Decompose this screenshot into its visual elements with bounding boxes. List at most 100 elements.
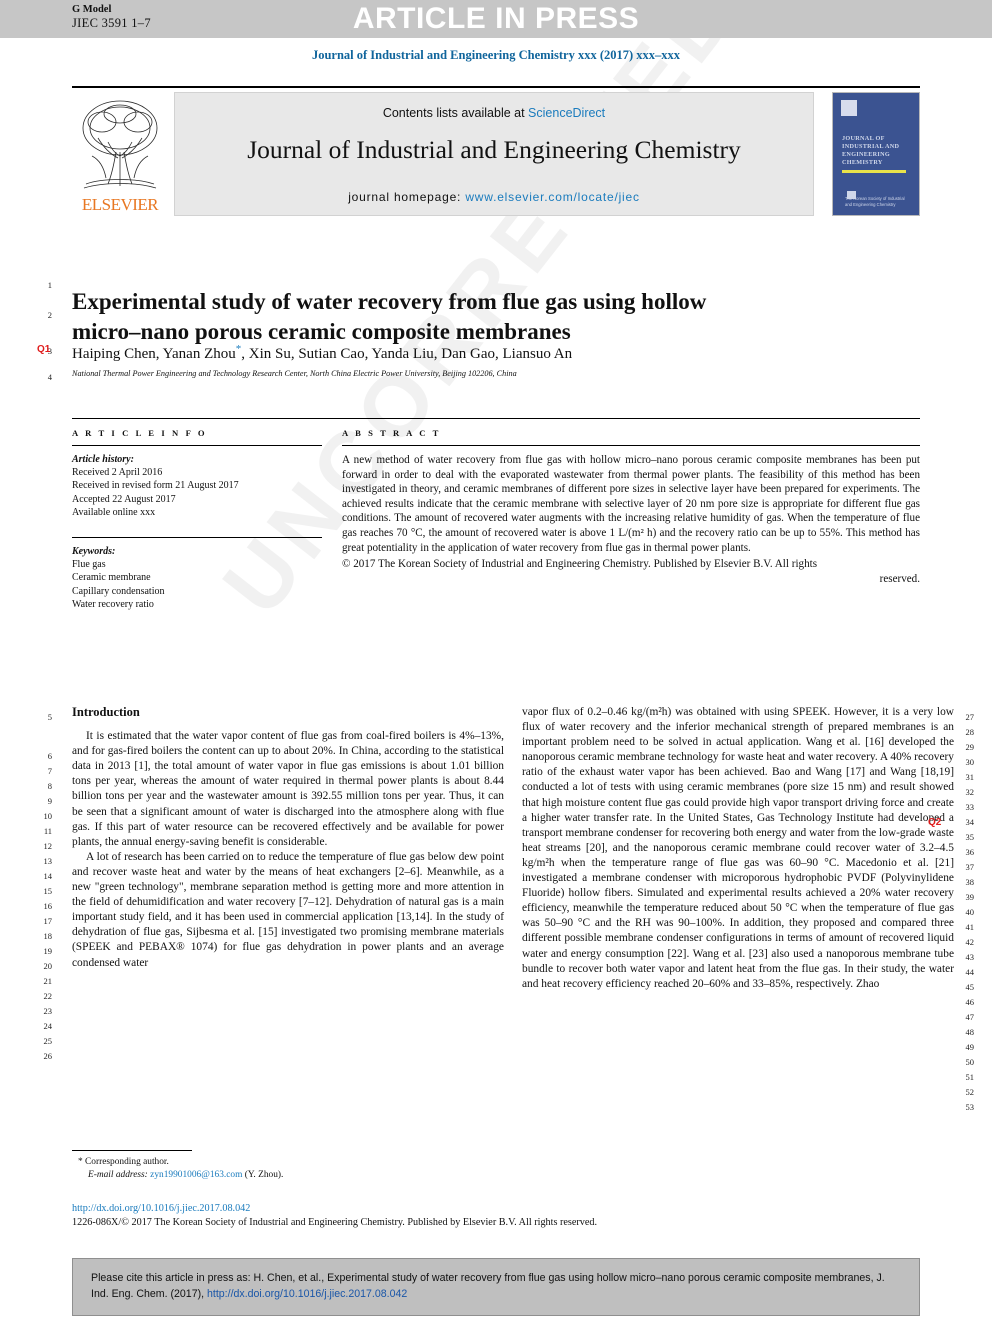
keyword-item: Flue gas: [72, 559, 106, 571]
line-number: 24: [43, 1021, 53, 1031]
line-number: 1: [47, 280, 52, 290]
abstract-body: A new method of water recovery from flue…: [342, 454, 920, 554]
cover-society-mark-icon: [847, 191, 856, 199]
line-number: 32: [965, 787, 975, 797]
line-number: 8: [47, 781, 52, 791]
line-number: 36: [965, 847, 975, 857]
line-number: 33: [965, 802, 975, 812]
article-history-label: Article history:: [72, 454, 134, 465]
elsevier-logo: ELSEVIER: [72, 92, 168, 216]
contents-list-line: Contents lists available at ScienceDirec…: [175, 106, 813, 120]
line-number: 2: [47, 310, 52, 320]
email-author-suffix: (Y. Zhou).: [244, 1169, 284, 1180]
line-number: 17: [43, 916, 53, 926]
keywords-block: Keywords: Flue gas Ceramic membrane Capi…: [72, 545, 322, 611]
line-number: 9: [47, 796, 52, 806]
line-number: 42: [965, 937, 975, 947]
page-title: Experimental study of water recovery fro…: [72, 289, 707, 345]
history-item: Available online xxx: [72, 506, 156, 518]
elsevier-wordmark: ELSEVIER: [81, 195, 159, 214]
line-number: 25: [43, 1036, 53, 1046]
doi-link[interactable]: http://dx.doi.org/10.1016/j.jiec.2017.08…: [72, 1203, 250, 1214]
author-list: Haiping Chen, Yanan Zhou*, Xin Su, Sutia…: [72, 343, 932, 363]
keywords-label: Keywords:: [72, 546, 116, 558]
line-number: 31: [965, 772, 975, 782]
query-marker-q2[interactable]: Q2: [928, 817, 941, 828]
line-number: 53: [965, 1102, 975, 1112]
sciencedirect-link[interactable]: ScienceDirect: [528, 106, 605, 120]
history-item: Received in revised form 21 August 2017: [72, 480, 239, 492]
abstract-column: A B S T R A C T A new method of water re…: [342, 428, 920, 586]
article-history-block: Article history: Received 2 April 2016 R…: [72, 453, 322, 519]
paper-page: UNCORRECTED PROOF G Model JIEC 3591 1–7 …: [0, 0, 992, 1323]
line-number: 20: [43, 961, 53, 971]
line-number: 7: [47, 766, 52, 776]
issn-copyright-line: 1226-086X/© 2017 The Korean Society of I…: [72, 1217, 598, 1228]
line-number: 43: [965, 952, 975, 962]
homepage-prefix: journal homepage:: [348, 190, 466, 204]
line-number: 26: [43, 1051, 53, 1061]
masthead-center: Contents lists available at ScienceDirec…: [174, 92, 814, 216]
email-address-label: E-mail address:: [88, 1169, 148, 1180]
abstract-copyright-text: © 2017 The Korean Society of Industrial …: [342, 558, 818, 571]
introduction-paragraph-3: vapor flux of 0.2–0.46 kg/(m²h) was obta…: [522, 706, 954, 990]
corresponding-author-note: * Corresponding author.: [78, 1156, 498, 1169]
article-info-column: A R T I C L E I N F O Article history: R…: [72, 428, 322, 611]
article-info-heading: A R T I C L E I N F O: [72, 428, 208, 438]
line-number: 45: [965, 982, 975, 992]
journal-cover-thumbnail: Journal of Industrial and Engineering Ch…: [832, 92, 920, 216]
line-number: 38: [965, 877, 975, 887]
email-note: E-mail address: zyn19901006@163.com (Y. …: [78, 1169, 498, 1182]
keyword-item: Water recovery ratio: [72, 598, 154, 610]
line-number: 28: [965, 727, 975, 737]
abstract-copyright-tail: reserved.: [879, 572, 920, 585]
cite-doi-link[interactable]: http://dx.doi.org/10.1016/j.jiec.2017.08…: [207, 1288, 407, 1300]
elsevier-tree-icon: [82, 100, 158, 189]
article-in-press-title: ARTICLE IN PRESS: [352, 2, 640, 35]
abstract-heading: A B S T R A C T: [342, 428, 441, 438]
info-abstract-divider: [72, 418, 920, 419]
line-number: 18: [43, 931, 53, 941]
affiliation: National Thermal Power Engineering and T…: [72, 369, 517, 378]
query-marker-q1[interactable]: Q1: [37, 344, 50, 355]
line-number: 10: [43, 811, 53, 821]
line-number: 39: [965, 892, 975, 902]
line-number: 21: [43, 976, 53, 986]
line-number: 16: [43, 901, 53, 911]
line-number: 50: [965, 1057, 975, 1067]
line-number: 51: [965, 1072, 975, 1082]
cover-society-footer: The Korean Society of Industrial and Eng…: [845, 191, 911, 207]
journal-title: Journal of Industrial and Engineering Ch…: [247, 135, 741, 164]
authors-rest: , Xin Su, Sutian Cao, Yanda Liu, Dan Gao…: [241, 346, 573, 362]
introduction-paragraph-1: It is estimated that the water vapor con…: [72, 730, 504, 848]
contents-prefix: Contents lists available at: [382, 106, 529, 120]
corresponding-author-text: Corresponding author.: [85, 1157, 169, 1167]
email-address-link[interactable]: zyn19901006@163.com: [150, 1170, 242, 1180]
footnote-rule: [72, 1150, 192, 1151]
line-number: 5: [47, 712, 52, 722]
line-number: 48: [965, 1027, 975, 1037]
line-number: 15: [43, 886, 53, 896]
line-number: 6: [47, 751, 52, 761]
abstract-rule: [342, 445, 920, 446]
cover-society-icon: [841, 100, 857, 116]
line-number: 12: [43, 841, 53, 851]
cite-this-article-text: Please cite this article in press as: H.…: [91, 1271, 905, 1302]
authors-first: Haiping Chen, Yanan Zhou: [72, 346, 236, 362]
cite-this-article-box: Please cite this article in press as: H.…: [72, 1258, 920, 1316]
homepage-url-link[interactable]: www.elsevier.com/locate/jiec: [465, 190, 639, 204]
introduction-left-column: Introduction It is estimated that the wa…: [72, 705, 504, 971]
line-number: 27: [965, 712, 975, 722]
line-number: 23: [43, 1006, 53, 1016]
line-number: 44: [965, 967, 975, 977]
line-number: 11: [43, 826, 52, 836]
line-number: 13: [43, 856, 53, 866]
section-heading-introduction: Introduction: [72, 705, 140, 719]
line-number: 4: [47, 372, 52, 382]
history-item: Accepted 22 August 2017: [72, 493, 176, 505]
introduction-paragraph-2: A lot of research has been carried on to…: [72, 850, 504, 969]
line-number: 19: [43, 946, 53, 956]
asterisk-icon: *: [78, 1157, 83, 1167]
line-number: 35: [965, 832, 975, 842]
line-number: 41: [965, 922, 975, 932]
